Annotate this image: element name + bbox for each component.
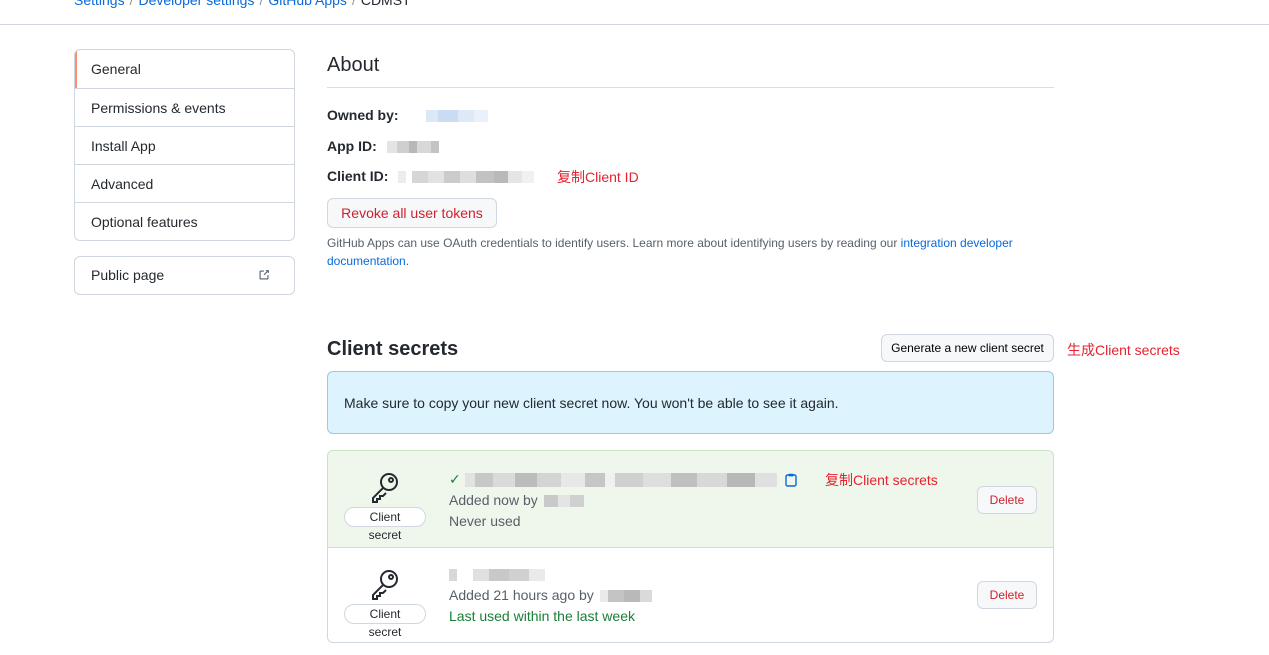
secret-key-badge: Client secret: [344, 469, 426, 542]
secret-info: ✓ Added now by Never used: [449, 469, 797, 532]
secret-usage: Last used within the last week: [449, 608, 635, 624]
sidebar-item-install-app[interactable]: Install App: [75, 126, 294, 164]
breadcrumb-separator: /: [351, 0, 356, 8]
client-secret-chip: Client secret: [344, 604, 426, 639]
secret-added-row: Added 21 hours ago by: [449, 585, 652, 606]
secret-value-row: ✓: [449, 469, 797, 490]
revoke-all-user-tokens-button[interactable]: Revoke all user tokens: [327, 198, 497, 228]
generate-client-secret-button[interactable]: Generate a new client secret: [881, 334, 1054, 362]
secret-usage: Never used: [449, 513, 521, 529]
sidebar-item-public-page[interactable]: Public page: [75, 257, 294, 294]
breadcrumb-current: CDMST: [360, 0, 411, 8]
annotation-copy-client-secret: 复制Client secrets: [825, 472, 938, 488]
annotation-generate-client-secrets: 生成Client secrets: [1067, 342, 1180, 358]
public-page-label: Public page: [91, 267, 165, 283]
secret-value-redacted: [464, 473, 777, 488]
owned-by-value-redacted: [408, 110, 489, 123]
secret-added-text: Added 21 hours ago by: [449, 587, 594, 603]
client-id-row: Client ID:: [327, 168, 535, 184]
owned-by-label: Owned by:: [327, 107, 399, 123]
settings-sidebar: General Permissions & events Install App…: [74, 49, 295, 241]
delete-secret-button[interactable]: Delete: [977, 486, 1037, 514]
secret-added-by-redacted: [599, 590, 652, 603]
secret-key-badge: Client secret: [344, 566, 426, 639]
secret-value-redacted: [449, 569, 545, 582]
breadcrumb-separator: /: [129, 0, 134, 8]
client-id-label: Client ID:: [327, 168, 389, 184]
key-icon: [372, 570, 398, 600]
clipboard-copy-icon[interactable]: [785, 473, 797, 487]
about-heading: About: [327, 54, 380, 76]
breadcrumb: Settings / Developer settings / GitHub Apps /…: [74, 0, 411, 8]
header-divider: [0, 24, 1269, 25]
breadcrumb-separator: /: [259, 0, 264, 8]
client-secret-chip: Client secret: [344, 507, 426, 542]
sidebar-item-general[interactable]: General: [75, 50, 294, 88]
secret-added-row: Added now by: [449, 490, 797, 511]
owned-by-row: Owned by:: [327, 107, 489, 123]
external-link-icon: [259, 270, 269, 280]
breadcrumb-github-apps[interactable]: GitHub Apps: [268, 0, 347, 8]
sidebar-item-optional-features[interactable]: Optional features: [75, 202, 294, 240]
secret-added-text: Added now by: [449, 492, 538, 508]
oauth-help-text: GitHub Apps can use OAuth credentials to…: [327, 234, 1054, 270]
secret-added-by-redacted: [543, 495, 584, 508]
check-icon: ✓: [449, 471, 461, 487]
secret-value-row: [449, 564, 652, 585]
app-id-value-redacted: [386, 141, 439, 154]
client-id-value-redacted[interactable]: [398, 171, 535, 184]
key-icon: [372, 473, 398, 503]
app-id-row: App ID:: [327, 138, 439, 154]
help-period: .: [405, 254, 410, 268]
client-secret-item: Client secret ✓ Added now by Never used …: [327, 450, 1054, 548]
about-divider: [327, 87, 1054, 88]
sidebar-item-permissions-events[interactable]: Permissions & events: [75, 88, 294, 126]
sidebar-item-advanced[interactable]: Advanced: [75, 164, 294, 202]
client-secrets-heading: Client secrets: [327, 338, 459, 360]
app-id-label: App ID:: [327, 138, 377, 154]
delete-secret-button[interactable]: Delete: [977, 581, 1037, 609]
breadcrumb-settings[interactable]: Settings: [74, 0, 125, 8]
public-page-menu: Public page: [74, 256, 295, 295]
client-secret-item: Client secret Added 21 hours ago by Last…: [327, 548, 1054, 643]
help-text: GitHub Apps can use OAuth credentials to…: [327, 236, 901, 250]
copy-secret-flash: Make sure to copy your new client secret…: [327, 371, 1054, 434]
annotation-copy-client-id: 复制Client ID: [557, 169, 639, 185]
breadcrumb-developer-settings[interactable]: Developer settings: [138, 0, 254, 8]
secret-info: Added 21 hours ago by Last used within t…: [449, 564, 652, 627]
